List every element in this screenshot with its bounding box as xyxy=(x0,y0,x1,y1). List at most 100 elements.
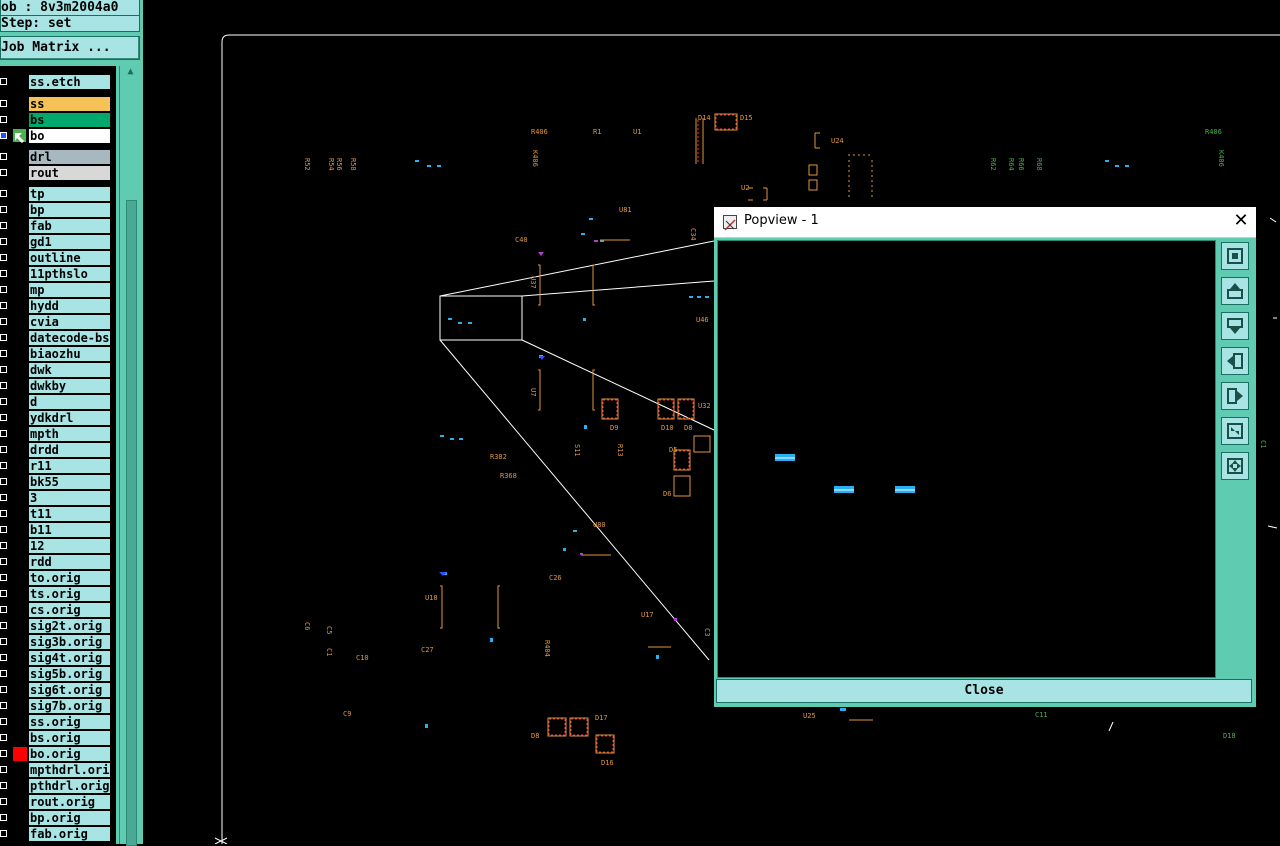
scroll-thumb[interactable] xyxy=(126,200,137,846)
layer-checkbox[interactable] xyxy=(0,116,7,123)
layer-checkbox[interactable] xyxy=(0,100,7,107)
layer-name[interactable]: drdd xyxy=(29,443,110,457)
layer-row[interactable]: bo xyxy=(0,128,116,144)
layer-row[interactable]: mpth xyxy=(0,426,116,442)
layer-name[interactable]: tp xyxy=(29,187,110,201)
layer-checkbox[interactable] xyxy=(0,702,7,709)
layer-name[interactable]: fab.orig xyxy=(29,827,110,841)
layer-name[interactable]: dwk xyxy=(29,363,110,377)
layer-row[interactable]: sig5b.orig xyxy=(0,666,116,682)
layer-name[interactable]: sig7b.orig xyxy=(29,699,110,713)
layer-name[interactable]: bk55 xyxy=(29,475,110,489)
layer-name[interactable]: biaozhu xyxy=(29,347,110,361)
pan-down-icon[interactable] xyxy=(1221,312,1249,340)
layer-row[interactable]: 3 xyxy=(0,490,116,506)
layer-checkbox[interactable] xyxy=(0,286,7,293)
layer-row[interactable]: bo.orig xyxy=(0,746,116,762)
layer-scrollbar[interactable]: ▲ xyxy=(119,66,141,846)
layer-row[interactable]: d xyxy=(0,394,116,410)
layer-name[interactable]: pthdrl.orig xyxy=(29,779,110,793)
pan-right-icon[interactable] xyxy=(1221,382,1249,410)
layer-name[interactable]: datecode-bs xyxy=(29,331,110,345)
layer-row[interactable]: bp.orig xyxy=(0,810,116,826)
layer-row[interactable]: r11 xyxy=(0,458,116,474)
layer-name[interactable]: bs xyxy=(29,113,110,127)
layer-name[interactable]: gd1 xyxy=(29,235,110,249)
pan-up-icon[interactable] xyxy=(1221,277,1249,305)
layer-checkbox[interactable] xyxy=(0,414,7,421)
layer-row[interactable]: bk55 xyxy=(0,474,116,490)
layer-checkbox[interactable] xyxy=(0,206,7,213)
layer-checkbox[interactable] xyxy=(0,574,7,581)
layer-checkbox[interactable] xyxy=(0,718,7,725)
layer-checkbox[interactable] xyxy=(0,734,7,741)
layer-row[interactable]: sig2t.orig xyxy=(0,618,116,634)
layer-row[interactable]: sig6t.orig xyxy=(0,682,116,698)
layer-checkbox[interactable] xyxy=(0,254,7,261)
layer-checkbox[interactable] xyxy=(0,750,7,757)
layer-row[interactable]: b11 xyxy=(0,522,116,538)
layer-checkbox[interactable] xyxy=(0,558,7,565)
layer-row[interactable]: sig4t.orig xyxy=(0,650,116,666)
layer-row[interactable]: to.orig xyxy=(0,570,116,586)
layer-row[interactable]: dwkby xyxy=(0,378,116,394)
layer-row[interactable]: cs.orig xyxy=(0,602,116,618)
layer-checkbox[interactable] xyxy=(0,169,7,176)
layer-name[interactable]: bo.orig xyxy=(29,747,110,761)
layer-checkbox[interactable] xyxy=(0,526,7,533)
layer-row[interactable]: hydd xyxy=(0,298,116,314)
layer-row[interactable]: rout xyxy=(0,165,116,181)
layer-name[interactable]: dwkby xyxy=(29,379,110,393)
layer-checkbox[interactable] xyxy=(0,238,7,245)
layer-row[interactable]: drl xyxy=(0,149,116,165)
layer-name[interactable]: mp xyxy=(29,283,110,297)
layer-name[interactable]: bs.orig xyxy=(29,731,110,745)
fit-icon[interactable] xyxy=(1221,242,1249,270)
job-matrix-button[interactable]: Job Matrix ... xyxy=(0,36,140,60)
layer-checkbox[interactable] xyxy=(0,622,7,629)
layer-checkbox[interactable] xyxy=(0,766,7,773)
layer-checkbox[interactable] xyxy=(0,398,7,405)
layer-name[interactable]: fab xyxy=(29,219,110,233)
layer-name[interactable]: ss.orig xyxy=(29,715,110,729)
layer-row[interactable]: datecode-bs xyxy=(0,330,116,346)
layer-checkbox[interactable] xyxy=(0,798,7,805)
layer-name[interactable]: 11pthslo xyxy=(29,267,110,281)
layer-name[interactable]: t11 xyxy=(29,507,110,521)
layer-name[interactable]: sig2t.orig xyxy=(29,619,110,633)
layer-row[interactable]: 11pthslo xyxy=(0,266,116,282)
layer-checkbox[interactable] xyxy=(0,366,7,373)
layer-name[interactable]: r11 xyxy=(29,459,110,473)
layer-checkbox[interactable] xyxy=(0,638,7,645)
layer-name[interactable]: sig5b.orig xyxy=(29,667,110,681)
layer-row[interactable]: ss.etch xyxy=(0,74,116,90)
layer-row[interactable]: ydkdrl xyxy=(0,410,116,426)
layer-name[interactable]: cs.orig xyxy=(29,603,110,617)
layer-checkbox[interactable] xyxy=(0,350,7,357)
layer-checkbox[interactable] xyxy=(0,430,7,437)
layer-name[interactable]: cvia xyxy=(29,315,110,329)
layer-name[interactable]: ydkdrl xyxy=(29,411,110,425)
layer-checkbox[interactable] xyxy=(0,814,7,821)
layer-row[interactable]: bs xyxy=(0,112,116,128)
layer-name[interactable]: mpth xyxy=(29,427,110,441)
popview-window[interactable]: Popview - 1 ✕ Close xyxy=(714,207,1256,707)
layer-name[interactable]: hydd xyxy=(29,299,110,313)
layer-checkbox[interactable] xyxy=(0,654,7,661)
layer-checkbox[interactable] xyxy=(0,510,7,517)
layer-checkbox[interactable] xyxy=(0,132,7,139)
layer-row[interactable]: biaozhu xyxy=(0,346,116,362)
layer-name[interactable]: ts.orig xyxy=(29,587,110,601)
layer-row[interactable]: pthdrl.orig xyxy=(0,778,116,794)
layer-checkbox[interactable] xyxy=(0,606,7,613)
layer-checkbox[interactable] xyxy=(0,78,7,85)
layer-row[interactable]: ts.orig xyxy=(0,586,116,602)
popview-titlebar[interactable]: Popview - 1 ✕ xyxy=(714,207,1256,238)
layer-checkbox[interactable] xyxy=(0,318,7,325)
layer-checkbox[interactable] xyxy=(0,222,7,229)
layer-checkbox[interactable] xyxy=(0,494,7,501)
layer-row[interactable]: t11 xyxy=(0,506,116,522)
layer-row[interactable]: gd1 xyxy=(0,234,116,250)
close-icon[interactable]: ✕ xyxy=(1232,211,1250,231)
layer-name[interactable]: bo xyxy=(29,129,110,143)
